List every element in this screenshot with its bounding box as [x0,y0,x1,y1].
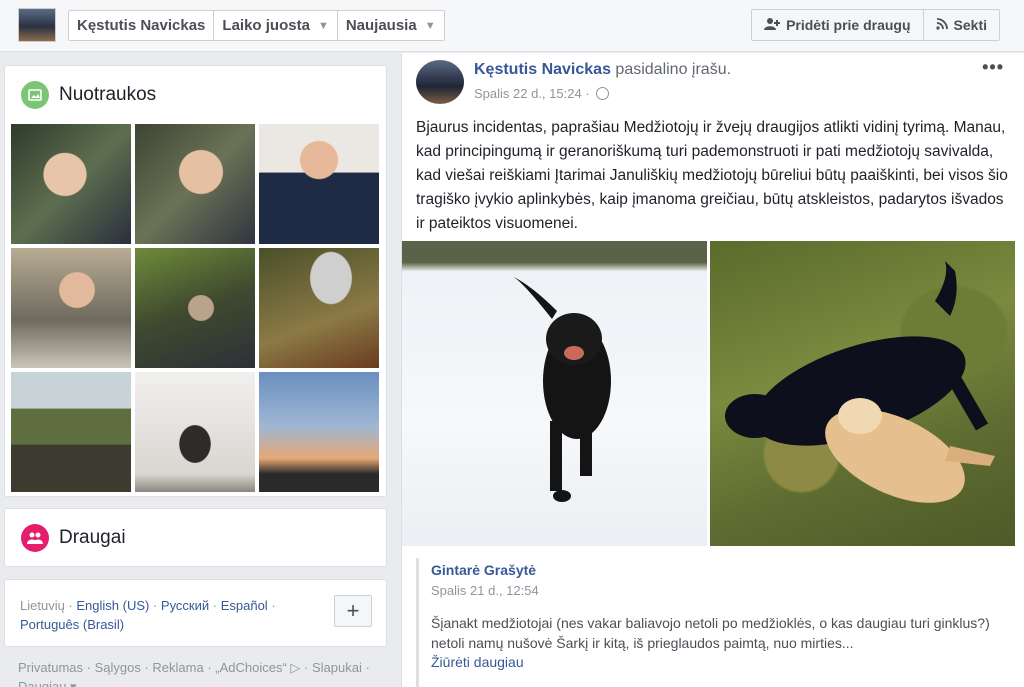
language-link[interactable]: Русский [161,598,209,613]
photo-thumbnail[interactable] [135,124,255,244]
language-selector-card: Lietuvių · English (US) · Русский · Espa… [4,579,387,647]
profile-header-bar: Kęstutis Navickas Laiko juosta ▼ Naujausi… [0,0,1024,52]
post-image-right[interactable] [710,241,1015,546]
photo-thumbnail[interactable] [135,372,255,492]
timeline-post: Kęstutis Navickas pasidalino įrašu. Spal… [401,53,1024,687]
language-current: Lietuvių [20,598,65,613]
photo-thumbnail[interactable] [11,248,131,368]
running-dog-illustration [512,276,611,502]
photo-thumbnail[interactable] [135,248,255,368]
photo-thumbnail[interactable] [11,124,131,244]
photos-grid [11,124,379,492]
language-link[interactable]: English (US) [76,598,149,613]
post-author-avatar[interactable] [416,60,464,104]
footer-link[interactable]: Slapukai [312,660,362,675]
plus-icon: + [346,598,360,623]
language-link[interactable]: Português (Brasil) [20,617,124,632]
post-action-text: pasidalino įrašu. [615,61,732,78]
profile-name-label: Kęstutis Navickas [77,17,206,34]
language-list: Lietuvių · English (US) · Русский · Espa… [20,598,276,632]
globe-icon[interactable] [595,87,609,100]
language-link[interactable]: Español [221,598,268,613]
photo-thumbnail[interactable] [259,248,379,368]
breadcrumb-timeline-dropdown[interactable]: Laiko juosta ▼ [214,11,338,40]
rss-icon [935,17,948,33]
footer-link[interactable]: Sąlygos [95,660,141,675]
breadcrumb: Kęstutis Navickas Laiko juosta ▼ Naujausi… [68,10,445,41]
post-meta: Spalis 22 d., 15:24 · [474,86,609,101]
footer-link[interactable]: Reklama [152,660,203,675]
friends-card-header[interactable]: Draugai [5,509,386,567]
friends-title: Draugai [59,527,126,548]
sort-label: Naujausia [345,17,417,34]
photo-icon [21,81,49,109]
more-icon: ••• [982,57,1004,77]
more-languages-button[interactable]: + [334,595,372,627]
chevron-down-icon: ▼ [424,19,436,32]
friends-icon [21,524,49,552]
friends-card: Draugai [4,508,387,567]
timeline-label: Laiko juosta [222,17,310,34]
footer-link[interactable]: „AdChoices“ [215,660,287,675]
post-header: Kęstutis Navickas pasidalino įrašu. [474,61,731,79]
shared-text: Šįanakt medžiotojai (nes vakar baliavojo… [431,615,990,651]
breadcrumb-sort-dropdown[interactable]: Naujausia ▼ [338,11,444,40]
photo-thumbnail[interactable] [259,124,379,244]
post-timestamp[interactable]: Spalis 22 d., 15:24 · [474,86,590,101]
shared-timestamp[interactable]: Spalis 21 d., 12:54 [431,583,539,598]
photos-card: Nuotraukos [4,65,387,497]
post-image-left[interactable] [402,241,707,546]
post-options-button[interactable]: ••• [982,57,1004,78]
shared-author-link[interactable]: Gintarė Grašytė [431,562,536,578]
breadcrumb-profile-name[interactable]: Kęstutis Navickas [69,11,215,40]
add-friend-icon [764,17,781,33]
post-author-link[interactable]: Kęstutis Navickas [474,61,611,78]
photos-card-header[interactable]: Nuotraukos [5,66,386,124]
footer-link[interactable]: Privatumas [18,660,83,675]
add-friend-label: Pridėti prie draugų [786,17,911,33]
photo-thumbnail[interactable] [11,372,131,492]
photos-title: Nuotraukos [59,84,157,105]
post-text: Bjaurus incidentas, paprašiau Medžiotojų… [416,119,1008,232]
adchoices-icon[interactable]: ▷ [290,660,300,675]
shared-post: Gintarė Grašytė Spalis 21 d., 12:54 Šįan… [416,558,1016,687]
footer-link[interactable]: Daugiau [18,679,66,687]
follow-label: Sekti [953,17,987,33]
profile-avatar-thumbnail[interactable] [18,8,56,42]
profile-actions: Pridėti prie draugų Sekti [751,9,1000,41]
see-more-link[interactable]: Žiūrėti daugiau [431,654,524,670]
chevron-down-icon: ▼ [317,19,329,32]
photo-thumbnail[interactable] [259,372,379,492]
follow-button[interactable]: Sekti [922,10,999,40]
dogs-on-grass-illustration [725,261,995,503]
footer-links: Privatumas · Sąlygos · Reklama · „AdChoi… [18,658,388,687]
add-friend-button[interactable]: Pridėti prie draugų [752,10,922,40]
